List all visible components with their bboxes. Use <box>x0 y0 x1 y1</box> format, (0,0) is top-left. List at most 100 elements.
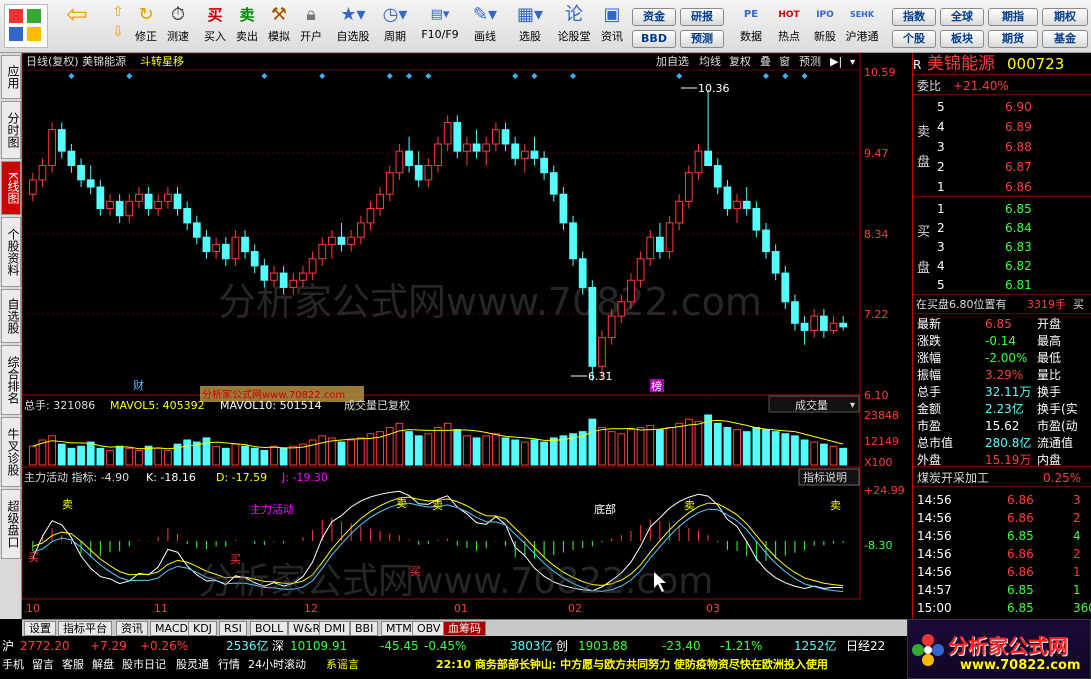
stat-row[interactable]: 最新 6.85 开盘 <box>913 315 1091 333</box>
tab-stock-info[interactable]: 个股资料 <box>1 217 21 287</box>
indicator-tab[interactable]: OBV <box>412 621 446 636</box>
stat-row[interactable]: 总市值 280.8亿 流通值 <box>913 434 1091 452</box>
open-account-button[interactable]: 🔒︎ 开户 <box>296 2 326 50</box>
period-button[interactable]: ◷▾ 周期 <box>376 2 414 50</box>
news-button[interactable]: ▣ 资讯 <box>596 2 628 50</box>
stat-row[interactable]: 外盘 15.19万 内盘 <box>913 451 1091 469</box>
tick-row[interactable]: 14:56 6.86 2 <box>913 509 1091 527</box>
back-button[interactable]: ⇦ <box>58 2 96 50</box>
tab-ranking[interactable]: 综合排名 <box>1 345 21 415</box>
status-link[interactable]: 股灵通 <box>176 656 209 674</box>
correct-button[interactable]: ↻ 修正 <box>130 2 162 50</box>
pill-futures[interactable]: 期货 <box>988 30 1038 48</box>
stat-row[interactable]: 振幅 3.29% 量比 <box>913 366 1091 384</box>
pill-options[interactable]: 期权 <box>1042 8 1088 26</box>
indicator-tab[interactable]: 血筹码 <box>443 621 486 636</box>
indicator-tab[interactable]: 资讯 <box>116 621 148 636</box>
brand-banner[interactable]: 分析家公式网 www.70822.com <box>907 619 1091 679</box>
status-link[interactable]: 行情 <box>218 656 240 674</box>
draw-line-button[interactable]: ✎▾ 画线 <box>466 2 504 50</box>
indicator-tab[interactable]: 设置 <box>24 621 56 636</box>
kline-chart[interactable]: 日线(复权) 美锦能源 斗转星移 加自选 均线 复权 叠 窗 预测 ▶| ▾ 1… <box>22 53 912 619</box>
header-btn-ma[interactable]: 均线 <box>699 54 721 68</box>
watchlist-button[interactable]: ★▾ 自选股 <box>334 2 372 50</box>
badge-ranking[interactable]: 榜 <box>651 379 662 393</box>
tick-row[interactable]: 14:56 6.86 3 <box>913 491 1091 509</box>
news-ticker[interactable]: 22:10 商务部部长钟山: 中方愿与欧方共同努力 使防疫物资尽快在欧洲投入使用 <box>436 656 828 674</box>
indicator-tab[interactable]: BBI <box>350 621 379 636</box>
sell-button[interactable]: 卖卖出 <box>232 2 262 50</box>
sell-level[interactable]: 4 6.89 <box>913 118 1091 136</box>
header-btn-predict[interactable]: 预测 <box>799 55 821 68</box>
tab-diagnosis[interactable]: 牛叉诊股 <box>1 417 21 487</box>
indicator-tab[interactable]: MACD <box>150 621 193 636</box>
forum-button[interactable]: 论论股堂 <box>554 2 594 50</box>
stat-row[interactable]: 总手 32.11万 换手 <box>913 383 1091 401</box>
updown-button[interactable]: ⇧ ⇩ <box>104 2 132 50</box>
simulate-button[interactable]: ⚒ 模拟 <box>264 2 294 50</box>
tick-row[interactable]: 15:00 6.85 360 <box>913 599 1091 617</box>
status-link[interactable]: 解盘 <box>92 656 114 674</box>
stat-row[interactable]: 市盈 15.62 市盈(动 <box>913 417 1091 435</box>
status-link[interactable]: 客服 <box>62 656 84 674</box>
pill-forecast[interactable]: 预测 <box>680 30 724 48</box>
sell-level[interactable]: 5 6.90 <box>913 98 1091 116</box>
header-expand-icon[interactable]: ▶| <box>830 55 842 68</box>
pill-index[interactable]: 指数 <box>892 8 936 26</box>
buy-level[interactable]: 1 6.85 <box>913 200 1091 218</box>
indicator-tab[interactable]: DMI <box>319 621 351 636</box>
buy-level[interactable]: 5 6.81 <box>913 276 1091 294</box>
stat-row[interactable]: 金额 2.23亿 换手(实 <box>913 400 1091 418</box>
sell-level[interactable]: 3 6.88 <box>913 138 1091 156</box>
speedtest-button[interactable]: ⏱ 测速 <box>162 2 194 50</box>
app-logo[interactable] <box>4 4 48 48</box>
buy-button[interactable]: 买买入 <box>200 2 230 50</box>
tick-row[interactable]: 14:57 6.85 1 <box>913 581 1091 599</box>
stat-row[interactable]: 涨幅 -2.00% 最低 <box>913 349 1091 367</box>
newstock-button[interactable]: IPO 新股 <box>808 2 842 50</box>
stock-select-button[interactable]: ▦▾ 选股 <box>510 2 550 50</box>
volume-selector[interactable]: 成交量 <box>795 398 828 412</box>
status-link[interactable]: 手机 <box>2 656 24 674</box>
pill-funds[interactable]: 资金 <box>632 8 676 26</box>
pill-stock[interactable]: 个股 <box>892 30 936 48</box>
buy-level[interactable]: 4 6.82 <box>913 257 1091 275</box>
stat-row[interactable]: 涨跌 -0.14 最高 <box>913 332 1091 350</box>
indicator-tab[interactable]: RSI <box>219 621 247 636</box>
status-link[interactable]: 股市日记 <box>122 656 166 674</box>
tab-super-book[interactable]: 超级盘口 <box>1 489 21 559</box>
buy-level[interactable]: 3 6.83 <box>913 238 1091 256</box>
sell-level[interactable]: 2 6.87 <box>913 158 1091 176</box>
header-btn-window[interactable]: 窗 <box>779 54 790 68</box>
header-btn-fq[interactable]: 复权 <box>729 54 751 68</box>
indicator-tab[interactable]: 指标平台 <box>58 621 112 636</box>
status-link[interactable]: 24小时滚动 <box>248 656 306 674</box>
tab-watchlist[interactable]: 自选股 <box>1 289 21 343</box>
data-button[interactable]: PE 数据 <box>734 2 768 50</box>
pill-futures-index[interactable]: 期指 <box>988 8 1038 26</box>
f10-button[interactable]: ▤▾ F10/F9 <box>418 2 462 50</box>
tab-apps[interactable]: 应用 <box>1 55 21 99</box>
header-btn-add[interactable]: 加自选 <box>656 55 689 68</box>
pill-global[interactable]: 全球 <box>940 8 984 26</box>
sell-level[interactable]: 1 6.86 <box>913 178 1091 196</box>
badge-finance[interactable]: 财 <box>133 378 144 392</box>
sehk-button[interactable]: SEHK 沪港通 <box>842 2 882 50</box>
tick-row[interactable]: 14:56 6.86 1 <box>913 563 1091 581</box>
pill-fund[interactable]: 基金 <box>1042 30 1088 48</box>
hot-button[interactable]: HOT 热点 <box>772 2 806 50</box>
pill-bbd[interactable]: BBD <box>632 30 676 48</box>
tick-row[interactable]: 14:56 6.85 4 <box>913 527 1091 545</box>
indicator-help-button[interactable]: 指标说明 <box>803 470 847 484</box>
sector-row[interactable]: 煤炭开采加工 0.25% <box>913 469 1091 487</box>
header-dropdown-icon[interactable]: ▾ <box>850 57 855 68</box>
status-link[interactable]: 系谣言 <box>326 656 359 674</box>
pill-research[interactable]: 研报 <box>680 8 724 26</box>
tab-timeshare[interactable]: 分时图 <box>1 101 21 159</box>
volume-dropdown-icon[interactable]: ▾ <box>850 400 855 411</box>
pill-sector[interactable]: 板块 <box>940 30 984 48</box>
tick-row[interactable]: 14:56 6.86 2 <box>913 545 1091 563</box>
tab-kline[interactable]: K线图 <box>1 161 21 215</box>
indicator-tab[interactable]: KDJ <box>188 621 217 636</box>
status-link[interactable]: 留言 <box>32 656 54 674</box>
